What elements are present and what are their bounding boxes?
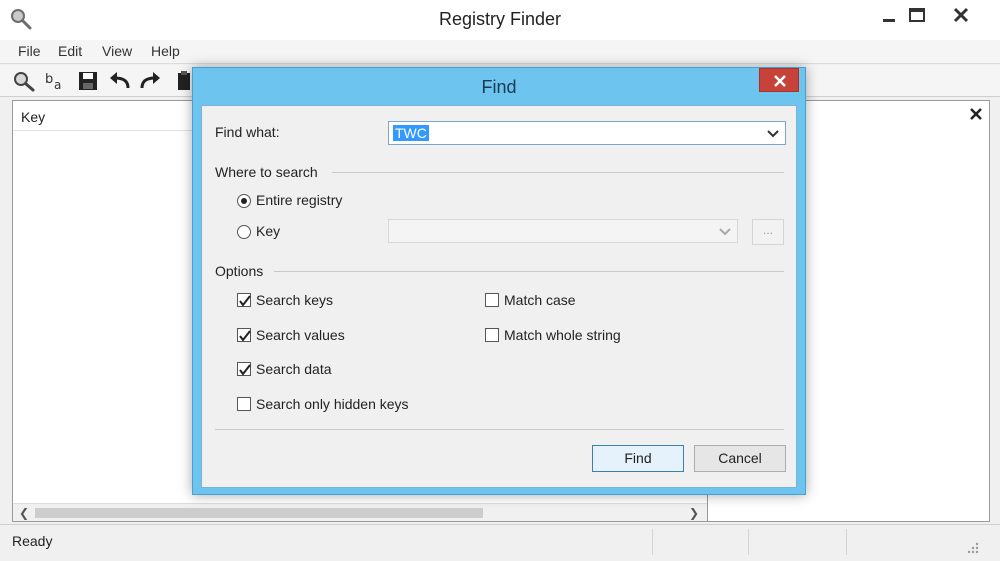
search-data-checkbox[interactable] — [237, 362, 251, 376]
save-icon[interactable] — [76, 70, 100, 92]
svg-text:b: b — [45, 72, 53, 87]
match-whole-string-checkbox[interactable] — [485, 328, 499, 342]
maximize-icon — [909, 8, 925, 22]
dialog-close-button[interactable] — [759, 68, 799, 92]
minimize-icon — [883, 19, 895, 22]
replace-icon[interactable]: b a — [44, 70, 68, 92]
find-dialog: Find Find what: TWC Where to search Enti… — [192, 67, 806, 495]
dialog-title: Find — [481, 77, 517, 97]
options-label: Options — [215, 263, 264, 279]
dialog-body: Find what: TWC Where to search Entire re… — [201, 105, 797, 488]
svg-text:a: a — [54, 78, 61, 92]
group-divider — [274, 271, 784, 272]
menu-file[interactable]: File — [18, 43, 41, 59]
find-button[interactable]: Find — [592, 445, 684, 472]
checkmark-icon — [239, 330, 251, 342]
status-divider — [652, 529, 653, 555]
menu-bar: File Edit View Help — [0, 40, 1000, 64]
search-only-hidden-keys-label: Search only hidden keys — [256, 396, 409, 412]
search-only-hidden-keys-checkbox[interactable] — [237, 397, 251, 411]
resize-grip-icon[interactable] — [966, 541, 980, 555]
status-divider — [846, 529, 847, 555]
checkmark-icon — [239, 295, 251, 307]
group-divider — [332, 172, 784, 173]
match-case-checkbox[interactable] — [485, 293, 499, 307]
close-icon — [774, 75, 786, 87]
title-bar: Registry Finder — [0, 0, 1000, 40]
match-whole-string-label: Match whole string — [504, 327, 621, 343]
menu-help[interactable]: Help — [151, 43, 180, 59]
chevron-down-icon — [719, 228, 731, 236]
undo-icon[interactable] — [108, 70, 132, 92]
where-to-search-label: Where to search — [215, 164, 318, 180]
find-what-label: Find what: — [215, 124, 280, 140]
find-what-value: TWC — [393, 125, 429, 141]
status-bar: Ready — [0, 524, 1000, 561]
key-path-input — [388, 219, 738, 243]
search-keys-checkbox[interactable] — [237, 293, 251, 307]
key-radio[interactable] — [237, 225, 251, 239]
close-icon — [953, 7, 969, 23]
status-text: Ready — [12, 533, 53, 549]
redo-icon[interactable] — [138, 70, 162, 92]
scroll-right-icon[interactable]: ❯ — [689, 506, 699, 520]
key-label: Key — [256, 223, 281, 239]
match-case-label: Match case — [504, 292, 576, 308]
menu-edit[interactable]: Edit — [58, 43, 82, 59]
find-what-input[interactable]: TWC — [388, 121, 786, 145]
maximize-button[interactable] — [902, 4, 932, 30]
status-divider — [748, 529, 749, 555]
scroll-left-icon[interactable]: ❮ — [19, 506, 29, 520]
search-values-checkbox[interactable] — [237, 328, 251, 342]
menu-view[interactable]: View — [102, 43, 132, 59]
close-pane-icon[interactable] — [969, 107, 983, 121]
column-header-key: Key — [21, 109, 46, 125]
scrollbar-thumb[interactable] — [35, 508, 483, 518]
close-window-button[interactable] — [946, 4, 976, 30]
chevron-down-icon[interactable] — [767, 130, 779, 138]
checkmark-icon — [239, 364, 251, 376]
search-keys-label: Search keys — [256, 292, 334, 308]
browse-key-button: ... — [752, 219, 784, 245]
search-data-label: Search data — [256, 361, 332, 377]
minimize-button[interactable] — [874, 4, 904, 30]
button-separator — [215, 429, 784, 430]
horizontal-scrollbar[interactable]: ❮ ❯ — [13, 503, 707, 521]
entire-registry-label: Entire registry — [256, 192, 343, 208]
search-values-label: Search values — [256, 327, 345, 343]
cancel-button[interactable]: Cancel — [694, 445, 786, 472]
window-title: Registry Finder — [438, 9, 562, 29]
entire-registry-radio[interactable] — [237, 194, 251, 208]
search-icon[interactable] — [12, 70, 36, 92]
